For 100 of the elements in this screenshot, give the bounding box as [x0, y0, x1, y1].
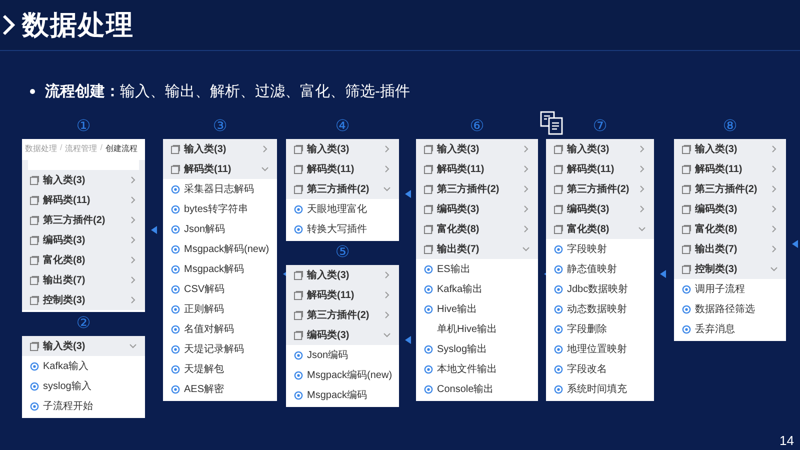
- plugin-item[interactable]: 地理位置映射: [546, 339, 654, 359]
- plugin-item[interactable]: Json解码: [163, 219, 277, 239]
- plugin-item[interactable]: Msgpack解码: [163, 259, 277, 279]
- plugin-item[interactable]: Msgpack解码(new): [163, 239, 277, 259]
- plugin-item[interactable]: Syslog输出: [416, 339, 538, 359]
- plugin-item[interactable]: 字段删除: [546, 319, 654, 339]
- plugin-item[interactable]: 天眼地理富化: [286, 199, 399, 219]
- category-item[interactable]: 输入类(3): [286, 265, 399, 285]
- plugin-item[interactable]: 本地文件输出: [416, 359, 538, 379]
- category-item[interactable]: 第三方插件(2): [286, 305, 399, 325]
- collapse-handle-icon[interactable]: [792, 240, 798, 248]
- plugin-item[interactable]: 字段改名: [546, 359, 654, 379]
- chevron-icon: [383, 291, 391, 299]
- category-icon: [171, 164, 180, 174]
- category-item[interactable]: 第三方插件(2): [674, 179, 786, 199]
- plugin-item[interactable]: 采集器日志解码: [163, 179, 277, 199]
- plugin-item[interactable]: 字段映射: [546, 239, 654, 259]
- category-item[interactable]: 输入类(3): [22, 170, 145, 190]
- category-item[interactable]: 编码类(3): [546, 199, 654, 219]
- plugin-item[interactable]: 丢弃消息: [674, 319, 786, 339]
- chevron-icon: [2, 14, 16, 36]
- category-item[interactable]: 控制类(3): [674, 259, 786, 279]
- category-item[interactable]: 编码类(3): [22, 230, 145, 250]
- plugin-item[interactable]: Kafka输入: [22, 356, 145, 376]
- category-item[interactable]: 解码类(11): [163, 159, 277, 179]
- plugin-item[interactable]: Json编码: [286, 345, 399, 365]
- plugin-item[interactable]: AES解密: [163, 379, 277, 399]
- plugin-icon: [30, 382, 39, 390]
- step-number: ④: [335, 119, 350, 135]
- collapse-handle-icon[interactable]: [151, 226, 157, 234]
- plugin-item[interactable]: 静态值映射: [546, 259, 654, 279]
- plugin-item[interactable]: 调用子流程: [674, 279, 786, 299]
- category-item[interactable]: 富化类(8): [416, 219, 538, 239]
- plugin-icon: [294, 224, 303, 234]
- category-item[interactable]: 编码类(3): [674, 199, 786, 219]
- category-icon: [30, 296, 39, 304]
- chevron-icon: [261, 145, 269, 153]
- plugin-item[interactable]: 子流程开始: [22, 396, 145, 416]
- plugin-item[interactable]: bytes转字符串: [163, 199, 277, 219]
- category-item[interactable]: 富化类(8): [546, 219, 654, 239]
- category-item[interactable]: 编码类(3): [416, 199, 538, 219]
- category-item[interactable]: 第三方插件(2): [22, 210, 145, 230]
- category-icon: [424, 144, 433, 154]
- plugin-item[interactable]: 名值对解码: [163, 319, 277, 339]
- category-icon: [294, 290, 303, 300]
- category-item[interactable]: 第三方插件(2): [286, 179, 399, 199]
- plugin-item[interactable]: Kafka输出: [416, 279, 538, 299]
- category-item[interactable]: 解码类(11): [286, 285, 399, 305]
- plugin-icon: [424, 264, 433, 274]
- chevron-icon: [638, 165, 646, 173]
- category-item[interactable]: 第三方插件(2): [416, 179, 538, 199]
- category-item[interactable]: 解码类(11): [416, 159, 538, 179]
- category-icon: [30, 216, 39, 224]
- chevron-icon: [383, 145, 391, 153]
- category-item[interactable]: 输出类(7): [674, 239, 786, 259]
- category-item[interactable]: 第三方插件(2): [546, 179, 654, 199]
- category-item[interactable]: 解码类(11): [22, 190, 145, 210]
- plugin-item[interactable]: 动态数据映射: [546, 299, 654, 319]
- collapse-handle-icon[interactable]: [405, 190, 411, 198]
- plugin-item[interactable]: ES输出: [416, 259, 538, 279]
- plugin-item[interactable]: 转换大写插件: [286, 219, 399, 239]
- plugin-item[interactable]: 正则解码: [163, 299, 277, 319]
- category-icon: [424, 204, 433, 214]
- category-item[interactable]: 输入类(3): [163, 139, 277, 159]
- category-item[interactable]: 输入类(3): [416, 139, 538, 159]
- category-item[interactable]: 输出类(7): [416, 239, 538, 259]
- breadcrumb-item[interactable]: 创建流程: [105, 143, 138, 154]
- category-item[interactable]: 输入类(3): [286, 139, 399, 159]
- category-item[interactable]: 输入类(3): [546, 139, 654, 159]
- plugin-item[interactable]: Msgpack编码: [286, 385, 399, 405]
- plugin-item[interactable]: Msgpack编码(new): [286, 365, 399, 385]
- plugin-item[interactable]: 单机Hive输出: [416, 319, 538, 339]
- category-item[interactable]: 解码类(11): [286, 159, 399, 179]
- collapse-handle-icon[interactable]: [405, 336, 411, 344]
- plugin-item[interactable]: Jdbc数据映射: [546, 279, 654, 299]
- plugin-item[interactable]: 系统时间填充: [546, 379, 654, 399]
- category-item[interactable]: 输入类(3): [674, 139, 786, 159]
- plugin-item[interactable]: CSV解码: [163, 279, 277, 299]
- bullet-text: 流程创建：输入、输出、解析、过滤、富化、筛选-插件: [45, 82, 410, 101]
- step-number: ①: [76, 119, 91, 135]
- plugin-item[interactable]: 天堤解包: [163, 359, 277, 379]
- category-item[interactable]: 编码类(3): [286, 325, 399, 345]
- category-item[interactable]: 控制类(3): [22, 290, 145, 310]
- category-icon: [682, 264, 691, 274]
- plugin-item[interactable]: Hive输出: [416, 299, 538, 319]
- category-item[interactable]: 解码类(11): [674, 159, 786, 179]
- collapse-handle-icon[interactable]: [660, 270, 666, 278]
- plugin-icon: [554, 364, 563, 374]
- step-number: ②: [76, 316, 91, 332]
- category-item[interactable]: 解码类(11): [546, 159, 654, 179]
- plugin-item[interactable]: 天堤记录解码: [163, 339, 277, 359]
- plugin-item[interactable]: Console输出: [416, 379, 538, 399]
- category-item[interactable]: 富化类(8): [22, 250, 145, 270]
- category-icon: [554, 204, 563, 214]
- plugin-item[interactable]: 数据路径筛选: [674, 299, 786, 319]
- plugin-item[interactable]: syslog输入: [22, 376, 145, 396]
- page-number: 14: [780, 433, 794, 448]
- category-item[interactable]: 输出类(7): [22, 270, 145, 290]
- category-item[interactable]: 富化类(8): [674, 219, 786, 239]
- category-item[interactable]: 输入类(3): [22, 336, 145, 356]
